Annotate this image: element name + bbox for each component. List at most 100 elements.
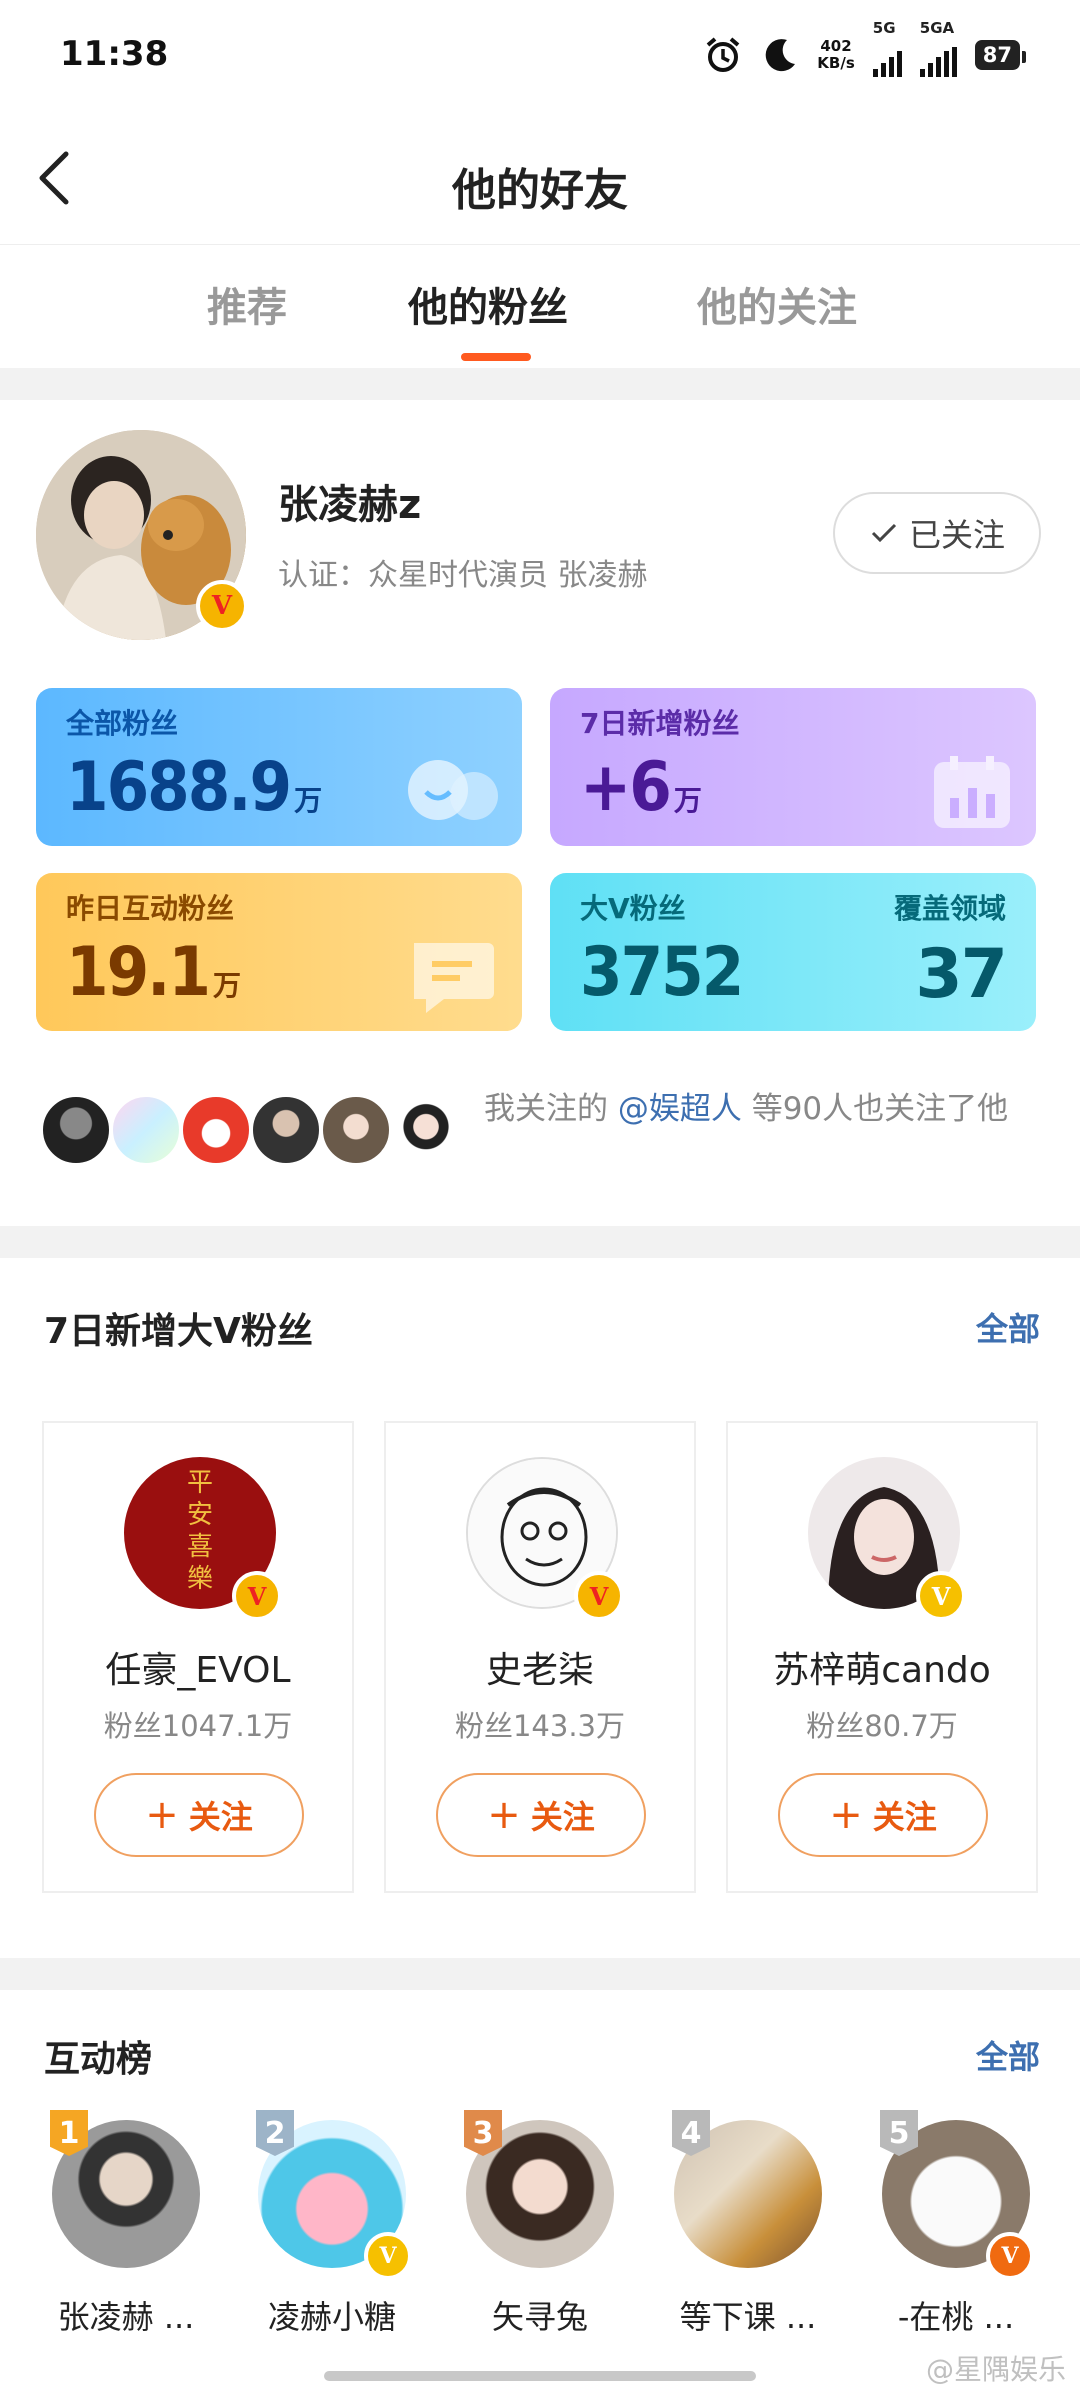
mutual-avatar[interactable]: [390, 1094, 462, 1166]
battery-icon: 87: [974, 40, 1027, 70]
signal-2-icon: 5GA: [919, 19, 957, 77]
ranking-name: 矢寻兔: [491, 2298, 588, 2336]
stat-interact-unit: 万: [212, 969, 241, 1002]
bigv-card[interactable]: V 史老柒 粉丝143.3万 + 关注: [384, 1421, 696, 1893]
rank-badge: 3: [464, 2110, 502, 2156]
rank-badge: 4: [672, 2110, 710, 2156]
watermark: @星隅娱乐: [925, 2353, 1066, 2386]
bigv-name: 苏梓萌cando: [773, 1650, 991, 1691]
bigv-name: 任豪_EVOL: [105, 1650, 291, 1691]
mutual-mention-link[interactable]: @娱超人: [618, 1091, 742, 1127]
stat-new-7d-label: 7日新增粉丝: [580, 707, 740, 740]
follow-button[interactable]: + 关注: [436, 1773, 646, 1857]
alarm-icon: [706, 37, 740, 72]
view-all-link[interactable]: 全部: [976, 1304, 1040, 1350]
mutual-avatar[interactable]: [110, 1094, 182, 1166]
tab-his-following[interactable]: 他的关注: [697, 275, 857, 333]
follow-label: 关注: [188, 1798, 253, 1836]
followed-label: 已关注: [908, 516, 1005, 554]
bigv-fans: 粉丝80.7万: [806, 1709, 958, 1743]
profile-name: 张凌赫z: [278, 482, 422, 528]
profile-card: V 张凌赫z 认证：众星时代演员 张凌赫 已关注 全部粉丝 1688.9 万 7日…: [0, 400, 1080, 1226]
followed-button[interactable]: 已关注: [833, 492, 1041, 574]
rank-badge: 2: [256, 2110, 294, 2156]
mutual-avatar[interactable]: [180, 1094, 252, 1166]
bigv-name: 史老柒: [485, 1650, 594, 1691]
nav-header: 他的好友: [0, 118, 1080, 245]
svg-text:安: 安: [187, 1500, 213, 1530]
mutual-avatar[interactable]: [250, 1094, 322, 1166]
verified-v-icon: V: [196, 580, 248, 632]
ranking-name: 等下课 ...: [679, 2298, 817, 2336]
section-title: 7日新增大V粉丝: [44, 1311, 313, 1352]
verified-v-icon: V: [916, 1571, 966, 1621]
signal-1-icon: 5G: [872, 19, 902, 77]
stat-new-7d[interactable]: 7日新增粉丝 +6 万: [550, 688, 1036, 846]
home-indicator[interactable]: [324, 2371, 756, 2381]
check-icon: [871, 523, 897, 543]
tab-his-fans[interactable]: 他的粉丝: [408, 275, 568, 333]
mutual-avatar[interactable]: [320, 1094, 392, 1166]
stat-all-fans-value: 1688.9: [66, 748, 292, 827]
rank-badge: 5: [880, 2110, 918, 2156]
profile-certification: 认证：众星时代演员 张凌赫: [278, 558, 648, 593]
stat-all-fans-unit: 万: [294, 784, 323, 817]
svg-text:樂: 樂: [187, 1564, 213, 1594]
section-title: 互动榜: [44, 2039, 153, 2080]
plus-icon: +: [487, 1792, 521, 1838]
verified-v-icon: V: [232, 1571, 282, 1621]
stat-bigv-fans[interactable]: 大V粉丝 3752 覆盖领域 37: [550, 873, 1036, 1031]
verified-v-icon: V: [986, 2232, 1034, 2280]
verified-v-icon: V: [574, 1571, 624, 1621]
net-speed-value: 402: [820, 37, 852, 55]
tab-recommend[interactable]: 推荐: [207, 275, 287, 333]
mutual-prefix: 我关注的: [484, 1091, 618, 1127]
sim2-label: 5GA: [919, 19, 955, 37]
stat-interact-label: 昨日互动粉丝: [66, 892, 235, 925]
stat-domains-value: 37: [915, 935, 1008, 1014]
chat-bubble-icon: [414, 943, 494, 1013]
calendar-chart-icon: [934, 756, 1010, 828]
stat-interact-value: 19.1: [66, 933, 211, 1012]
verified-v-icon: V: [364, 2232, 412, 2280]
net-speed-unit: KB/s: [817, 54, 855, 72]
people-icon: [408, 760, 498, 820]
ranking-name: -在桃 ...: [897, 2298, 1015, 2336]
plus-icon: +: [145, 1792, 179, 1838]
ranking-name: 凌赫小糖: [267, 2298, 396, 2336]
sim1-label: 5G: [872, 19, 896, 37]
status-time: 11:38: [60, 34, 169, 74]
bigv-fans: 粉丝1047.1万: [103, 1709, 293, 1743]
stat-new-7d-value: +6: [580, 748, 672, 827]
bigv-card[interactable]: 平 安 喜 樂 V 任豪_EVOL 粉丝1047.1万 + 关注: [42, 1421, 354, 1893]
status-bar: 11:38 402 KB/s 5G 5GA 87: [0, 0, 1080, 118]
bigv-card[interactable]: V 苏梓萌cando 粉丝80.7万 + 关注: [726, 1421, 1038, 1893]
stat-all-fans[interactable]: 全部粉丝 1688.9 万: [36, 688, 522, 846]
moon-icon: [766, 39, 796, 72]
tab-bar: 推荐 他的粉丝 他的关注: [0, 245, 1080, 368]
net-speed: 402 KB/s: [817, 38, 854, 72]
plus-icon: +: [829, 1792, 863, 1838]
stat-all-fans-label: 全部粉丝: [66, 707, 179, 740]
status-icons: 402 KB/s 5G 5GA 87: [703, 19, 1027, 80]
follow-label: 关注: [872, 1798, 937, 1836]
bigv-fans: 粉丝143.3万: [454, 1709, 626, 1743]
follow-button[interactable]: + 关注: [94, 1773, 304, 1857]
interaction-ranking-section: 互动榜 全部 1 张凌赫 ... 2 V 凌赫小糖 3 矢寻兔 4 等下课 ..…: [0, 1990, 1080, 2400]
follow-button[interactable]: + 关注: [778, 1773, 988, 1857]
view-all-link[interactable]: 全部: [976, 2032, 1040, 2078]
follow-label: 关注: [530, 1798, 595, 1836]
stat-domains-label: 覆盖领域: [893, 892, 1006, 925]
new-bigv-section: 7日新增大V粉丝 全部 平 安 喜 樂 V 任豪_EVOL 粉丝1047.1万 …: [0, 1258, 1080, 1958]
page-title: 他的好友: [452, 165, 628, 216]
active-tab-indicator: [461, 353, 531, 361]
mutual-follow-text: 我关注的 @娱超人 等90人也关注了他: [484, 1088, 1044, 1130]
mutual-avatar[interactable]: [40, 1094, 112, 1166]
rank-badge: 1: [50, 2110, 88, 2156]
stat-interact-yesterday[interactable]: 昨日互动粉丝 19.1 万: [36, 873, 522, 1031]
stat-new-7d-unit: 万: [673, 784, 702, 817]
svg-text:平: 平: [187, 1468, 213, 1498]
ranking-name: 张凌赫 ...: [57, 2298, 195, 2336]
svg-text:喜: 喜: [187, 1532, 213, 1562]
mutual-suffix: 等90人也关注了他: [741, 1091, 1009, 1127]
